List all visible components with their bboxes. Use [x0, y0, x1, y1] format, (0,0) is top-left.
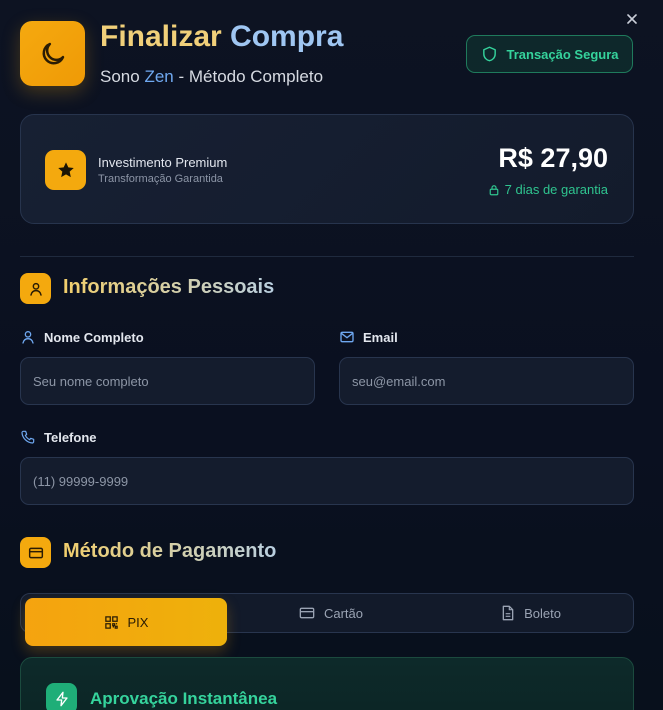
credit-card-icon [299, 607, 315, 619]
phone-icon [20, 429, 36, 445]
subtitle-suffix: - Método Completo [178, 67, 324, 86]
email-label-text: Email [363, 329, 398, 345]
qr-code-icon [104, 615, 118, 629]
investment-title: Investimento Premium [98, 155, 228, 170]
price-card: Investimento Premium Transformação Garan… [20, 114, 634, 224]
email-input[interactable] [339, 357, 634, 405]
shield-icon [482, 46, 496, 62]
page-subtitle: Sono Zen - Método Completo [100, 67, 323, 87]
guarantee-note: 7 dias de garantia [488, 182, 608, 197]
investment-subtitle: Transformação Garantida [98, 173, 223, 185]
name-label-text: Nome Completo [44, 329, 144, 345]
moon-icon [42, 42, 64, 64]
approval-title: Aprovação Instantânea [90, 689, 278, 708]
phone-input[interactable] [20, 457, 634, 505]
approval-icon-box [46, 683, 77, 710]
secure-transaction-badge: Transação Segura [466, 35, 633, 73]
personal-section-title: Informações Pessoais [63, 276, 275, 298]
subtitle-brand: Zen [144, 67, 174, 86]
name-input[interactable] [20, 357, 315, 405]
price-value: R$ 27,90 [498, 143, 608, 173]
phone-label-text: Telefone [44, 429, 97, 445]
section-divider [20, 256, 634, 257]
lightning-icon [55, 691, 68, 706]
tab-boleto[interactable]: Boleto [429, 594, 633, 632]
email-label: Email [339, 329, 398, 345]
personal-section-icon-box [20, 273, 51, 304]
checkout-header: Finalizar Compra Sono Zen - Método Compl… [20, 21, 643, 87]
tab-pix[interactable]: PIX [25, 598, 227, 646]
instant-approval-card: Aprovação Instantânea [20, 657, 634, 710]
document-icon [502, 605, 514, 621]
tab-boleto-label: Boleto [524, 605, 561, 621]
title-word-2: Compra [230, 20, 344, 53]
title-word-1: Finalizar [100, 20, 222, 53]
guarantee-text: 7 dias de garantia [504, 182, 608, 197]
tab-cartao-label: Cartão [323, 605, 364, 621]
user-icon [29, 282, 42, 296]
user-outline-icon [20, 329, 36, 345]
page-title: Finalizar Compra [100, 21, 343, 53]
mail-icon [339, 329, 355, 345]
payment-section-icon-box [20, 537, 51, 568]
name-label: Nome Completo [20, 329, 144, 345]
secure-badge-label: Transação Segura [506, 46, 619, 62]
payment-method-tabs: Cartão Boleto PIX [20, 593, 634, 646]
subtitle-prefix: Sono [100, 67, 140, 86]
phone-label: Telefone [20, 429, 97, 445]
moon-logo [20, 21, 85, 86]
tab-cartao[interactable]: Cartão [233, 594, 429, 632]
star-icon [57, 162, 74, 178]
credit-card-icon [28, 547, 43, 558]
lock-icon [489, 184, 498, 195]
payment-section-title: Método de Pagamento [63, 540, 277, 562]
star-badge [45, 150, 86, 190]
tab-pix-label: PIX [127, 614, 149, 630]
